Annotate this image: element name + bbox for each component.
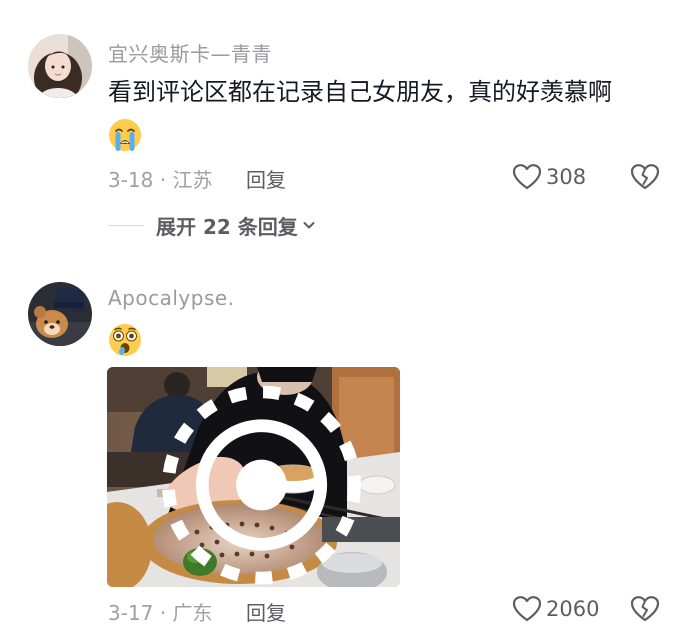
avatar[interactable] (28, 282, 92, 346)
username[interactable]: Apocalypse. (108, 286, 235, 310)
comment-photo[interactable] (107, 367, 400, 587)
astonished-face-icon (107, 322, 143, 358)
like-button[interactable]: 2060 (512, 594, 599, 624)
comment-item: Apocalypse. 3-17 · 广东 回复 2060 (0, 0, 690, 626)
dislike-button[interactable] (630, 594, 660, 624)
like-count: 2060 (546, 597, 600, 621)
reply-button[interactable]: 回复 (246, 597, 286, 626)
live-photo-icon (162, 385, 361, 585)
heart-outline-icon (512, 596, 542, 622)
comment-date-location: 3-17 · 广东 (108, 601, 213, 625)
broken-heart-icon (630, 596, 660, 622)
